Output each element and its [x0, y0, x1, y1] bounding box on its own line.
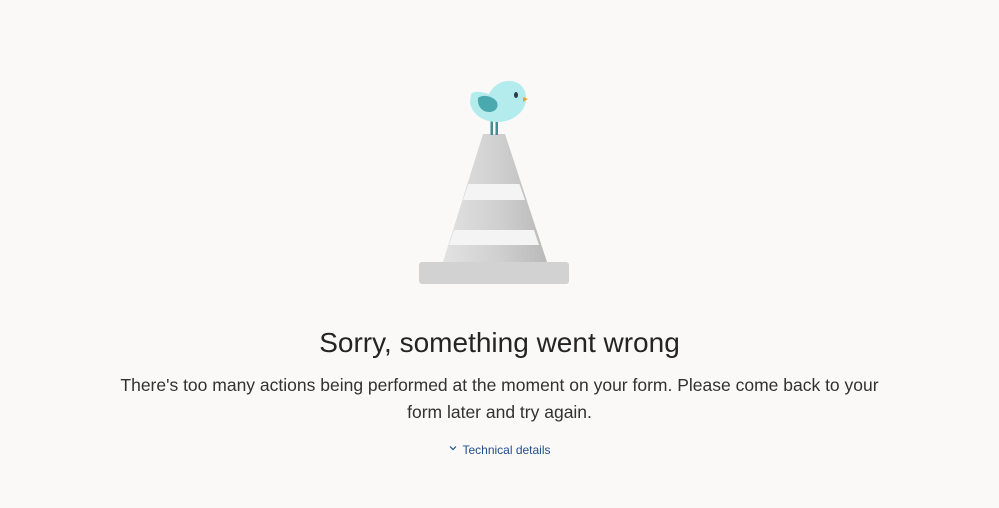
- bird-on-cone-illustration: [419, 80, 569, 284]
- error-page: Sorry, something went wrong There's too …: [0, 0, 999, 508]
- technical-details-toggle[interactable]: Technical details: [0, 441, 999, 459]
- technical-details-label: Technical details: [462, 443, 551, 457]
- bird-icon: [470, 80, 528, 135]
- traffic-cone: [419, 134, 569, 284]
- chevron-down-icon: [450, 446, 457, 451]
- cone-stripe-bottom: [449, 230, 539, 245]
- cone-base: [419, 262, 569, 284]
- cone-stripe-top: [463, 184, 525, 200]
- error-message: There's too many actions being performed…: [120, 375, 879, 422]
- error-title: Sorry, something went wrong: [319, 327, 680, 358]
